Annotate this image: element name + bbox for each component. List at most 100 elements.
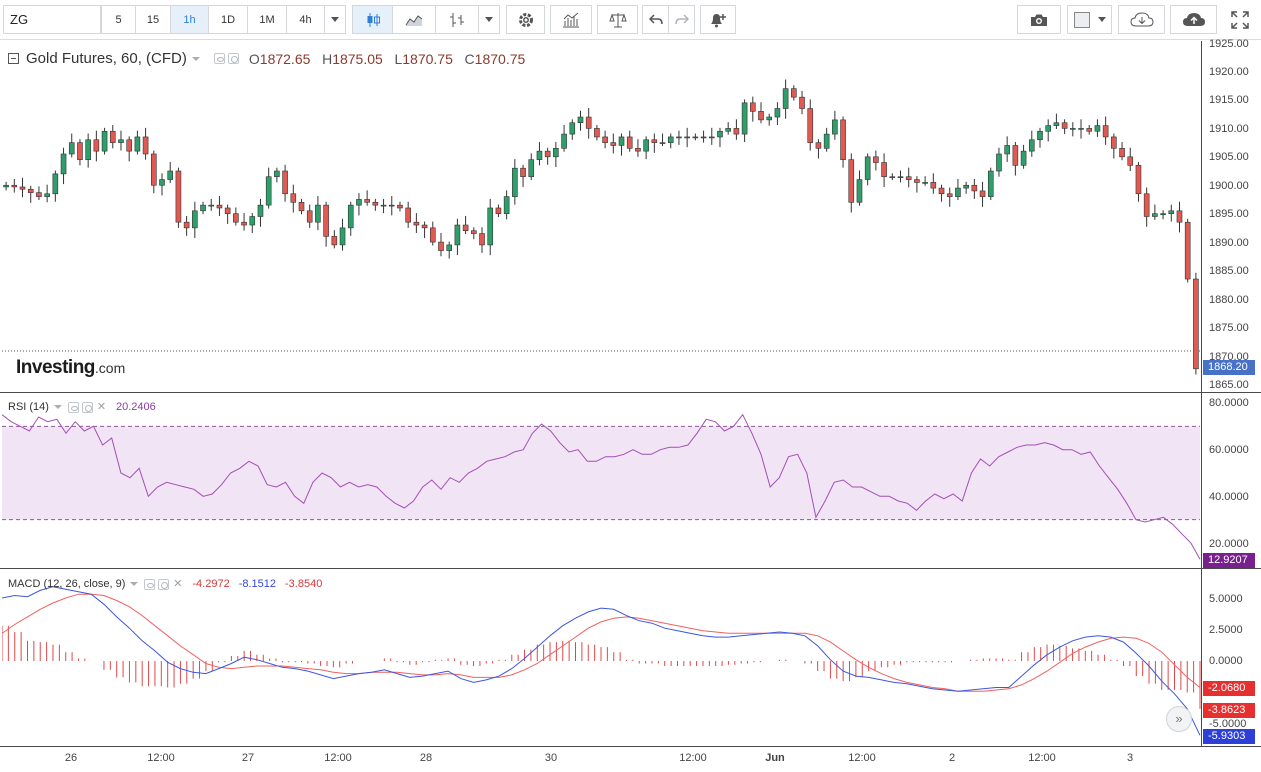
candle [429,227,436,243]
candle [996,153,1002,172]
chevron-down-icon[interactable] [53,405,62,409]
visibility-icon[interactable] [213,53,225,64]
scroll-to-realtime-button[interactable]: » [1166,706,1192,732]
candle [1168,210,1175,214]
candle [413,221,420,226]
chart-style-dropdown-button[interactable] [478,5,500,34]
chevron-down-icon[interactable] [130,582,139,586]
open-label: O [248,50,260,67]
save-layout-button[interactable] [1170,5,1217,34]
candle [626,136,633,149]
redo-button[interactable] [668,5,695,34]
candle [848,159,855,203]
settings-button[interactable] [506,5,545,34]
interval-1m-button[interactable]: 1M [247,5,287,34]
candle [356,199,362,206]
macd-chart[interactable] [2,569,1202,746]
indicators-button[interactable] [550,5,592,34]
rsi-tick: 20.0000 [1209,538,1249,550]
candle [856,179,863,203]
candle [840,119,846,160]
candle [19,186,26,190]
candle [216,204,223,209]
area-chart-icon [405,14,423,26]
candle [594,128,600,138]
candle [741,102,748,135]
color-picker-button[interactable] [1067,5,1112,34]
candle [676,136,682,139]
collapse-icon[interactable] [8,53,19,64]
load-layout-button[interactable] [1118,5,1165,34]
visibility-icon[interactable] [144,578,156,590]
undo-button[interactable] [642,5,669,34]
bell-plus-icon [711,13,726,27]
candle [1127,156,1134,166]
candles-style-button[interactable] [352,5,393,34]
candle [405,207,411,223]
candle [1045,125,1051,132]
price-tick: 1890.00 [1209,237,1249,249]
screenshot-button[interactable] [1017,5,1061,34]
symbol-input[interactable]: ZG [3,5,101,34]
price-axis-border [1201,41,1202,747]
candle [807,108,814,143]
price-tick: 1880.00 [1209,294,1249,306]
compare-button[interactable] [597,5,638,34]
interval-1d-button[interactable]: 1D [208,5,248,34]
macd-tick: 5.0000 [1209,593,1243,605]
candle [832,119,838,135]
candle [569,122,576,135]
candle [77,142,83,160]
pane-divider[interactable] [0,568,1261,569]
close-icon[interactable]: ✕ [96,401,107,413]
time-tick: 12:00 [679,752,707,764]
candle [438,241,444,251]
candle [479,233,485,246]
investing-logo: Investing.com [16,357,125,379]
area-style-button[interactable] [392,5,436,34]
candlestick-icon [367,12,380,27]
candle [52,173,59,195]
chevron-down-icon[interactable] [191,56,200,61]
interval-5-button[interactable]: 5 [101,5,136,34]
candle [44,193,50,197]
cloud-download-icon [1129,11,1154,26]
gear-icon [518,12,533,27]
close-icon[interactable]: ✕ [172,578,183,590]
gear-icon[interactable] [81,401,93,413]
candle [487,207,494,246]
candle [585,116,592,129]
interval-dropdown-button[interactable] [324,5,346,34]
interval-15-button[interactable]: 15 [135,5,171,34]
candle [167,170,174,180]
bars-style-button[interactable] [435,5,479,34]
gear-icon[interactable] [158,578,170,590]
candle [241,221,247,226]
fullscreen-button[interactable] [1222,5,1258,34]
candle [905,176,912,180]
candle [914,179,920,183]
rsi-tick: 60.0000 [1209,444,1249,456]
price-tick: 1895.00 [1209,208,1249,220]
candle [1102,125,1109,138]
alert-button[interactable] [700,5,736,34]
price-chart[interactable] [2,41,1202,392]
candle [897,176,904,179]
gear-icon[interactable] [227,53,239,64]
candle [3,184,9,188]
rsi-chart[interactable] [2,393,1202,568]
interval-4h-button[interactable]: 4h [286,5,325,34]
candle [823,133,830,149]
scales-icon [608,12,627,27]
pane-divider[interactable] [0,392,1261,393]
candle [725,128,731,132]
candle [873,156,879,163]
candle [1012,145,1019,166]
candle [782,88,789,109]
candle [249,216,256,226]
price-tick: 1905.00 [1209,151,1249,163]
price-tick: 1875.00 [1209,322,1249,334]
cloud-upload-icon [1182,12,1205,26]
visibility-icon[interactable] [67,401,79,413]
interval-1h-button[interactable]: 1h [170,5,209,34]
